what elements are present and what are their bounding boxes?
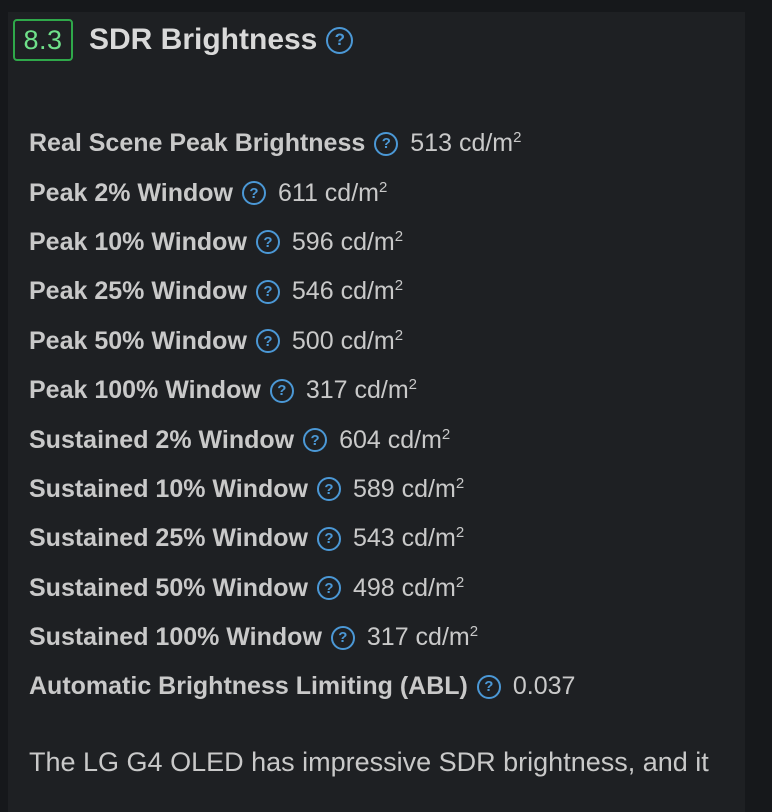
review-text: The LG G4 OLED has impressive SDR bright… xyxy=(29,747,709,777)
measurement-value: 596 cd/m2 xyxy=(291,227,404,256)
measurement-label: Sustained 10% Window xyxy=(29,474,308,503)
measurement-value: 500 cd/m2 xyxy=(291,326,404,355)
question-circle-icon[interactable]: ? xyxy=(476,674,501,699)
measurement-value: 0.037 xyxy=(512,672,576,701)
section-title: SDR Brightness xyxy=(89,23,318,56)
measurement-row: Peak 25% Window ? 546 cd/m2 xyxy=(29,267,729,316)
section-header: 8.3 SDR Brightness ? xyxy=(13,19,354,61)
measurement-row: Peak 50% Window ? 500 cd/m2 xyxy=(29,317,729,366)
measurement-label: Sustained 25% Window xyxy=(29,524,308,553)
measurement-value: 498 cd/m2 xyxy=(352,573,465,602)
measurement-label: Peak 50% Window xyxy=(29,326,247,355)
question-circle-icon[interactable]: ? xyxy=(255,279,280,304)
question-circle-icon[interactable]: ? xyxy=(326,26,354,54)
question-circle-icon[interactable]: ? xyxy=(255,329,280,354)
measurement-label: Sustained 50% Window xyxy=(29,573,308,602)
measurement-row: Peak 100% Window ? 317 cd/m2 xyxy=(29,366,729,415)
measurement-row: Sustained 10% Window ? 589 cd/m2 xyxy=(29,465,729,514)
question-circle-icon[interactable]: ? xyxy=(330,625,355,650)
measurement-row: Sustained 50% Window ? 498 cd/m2 xyxy=(29,564,729,613)
measurement-label: Peak 2% Window xyxy=(29,178,233,207)
measurement-row: Real Scene Peak Brightness ? 513 cd/m2 xyxy=(29,119,729,168)
question-circle-icon[interactable]: ? xyxy=(316,477,341,502)
measurement-row: Automatic Brightness Limiting (ABL) ? 0.… xyxy=(29,662,729,711)
measurement-value: 543 cd/m2 xyxy=(352,524,465,553)
question-circle-icon[interactable]: ? xyxy=(242,181,266,206)
measurement-label: Real Scene Peak Brightness xyxy=(29,129,366,158)
measurement-value: 611 cd/m2 xyxy=(278,178,388,207)
score-badge: 8.3 xyxy=(13,19,73,61)
measurement-label: Peak 25% Window xyxy=(29,277,247,306)
question-circle-icon[interactable]: ? xyxy=(269,378,294,403)
question-circle-icon[interactable]: ? xyxy=(316,526,341,551)
measurement-label: Automatic Brightness Limiting (ABL) xyxy=(29,672,468,701)
measurement-label: Peak 10% Window xyxy=(29,227,247,256)
measurement-row: Sustained 2% Window ? 604 cd/m2 xyxy=(29,415,729,464)
question-circle-icon[interactable]: ? xyxy=(255,230,280,255)
measurement-value: 546 cd/m2 xyxy=(291,277,404,306)
measurement-label: Sustained 2% Window xyxy=(29,425,295,454)
question-circle-icon[interactable]: ? xyxy=(303,428,328,453)
measurement-value: 513 cd/m2 xyxy=(410,129,522,158)
measurement-value: 589 cd/m2 xyxy=(352,474,465,503)
question-circle-icon[interactable]: ? xyxy=(374,131,399,156)
measurement-row: Sustained 25% Window ? 543 cd/m2 xyxy=(29,514,729,563)
measurement-row: Peak 10% Window ? 596 cd/m2 xyxy=(29,218,729,267)
question-circle-icon[interactable]: ? xyxy=(316,576,341,601)
measurement-row: Sustained 100% Window ? 317 cd/m2 xyxy=(29,613,729,662)
measurement-value: 317 cd/m2 xyxy=(305,376,417,405)
measurement-label: Peak 100% Window xyxy=(29,376,261,405)
measurement-row: Peak 2% Window ? 611 cd/m2 xyxy=(29,168,729,217)
measurement-list: Real Scene Peak Brightness ? 513 cd/m2 P… xyxy=(29,119,729,712)
measurement-label: Sustained 100% Window xyxy=(29,623,322,652)
measurement-value: 317 cd/m2 xyxy=(366,623,479,652)
measurement-value: 604 cd/m2 xyxy=(339,425,451,454)
